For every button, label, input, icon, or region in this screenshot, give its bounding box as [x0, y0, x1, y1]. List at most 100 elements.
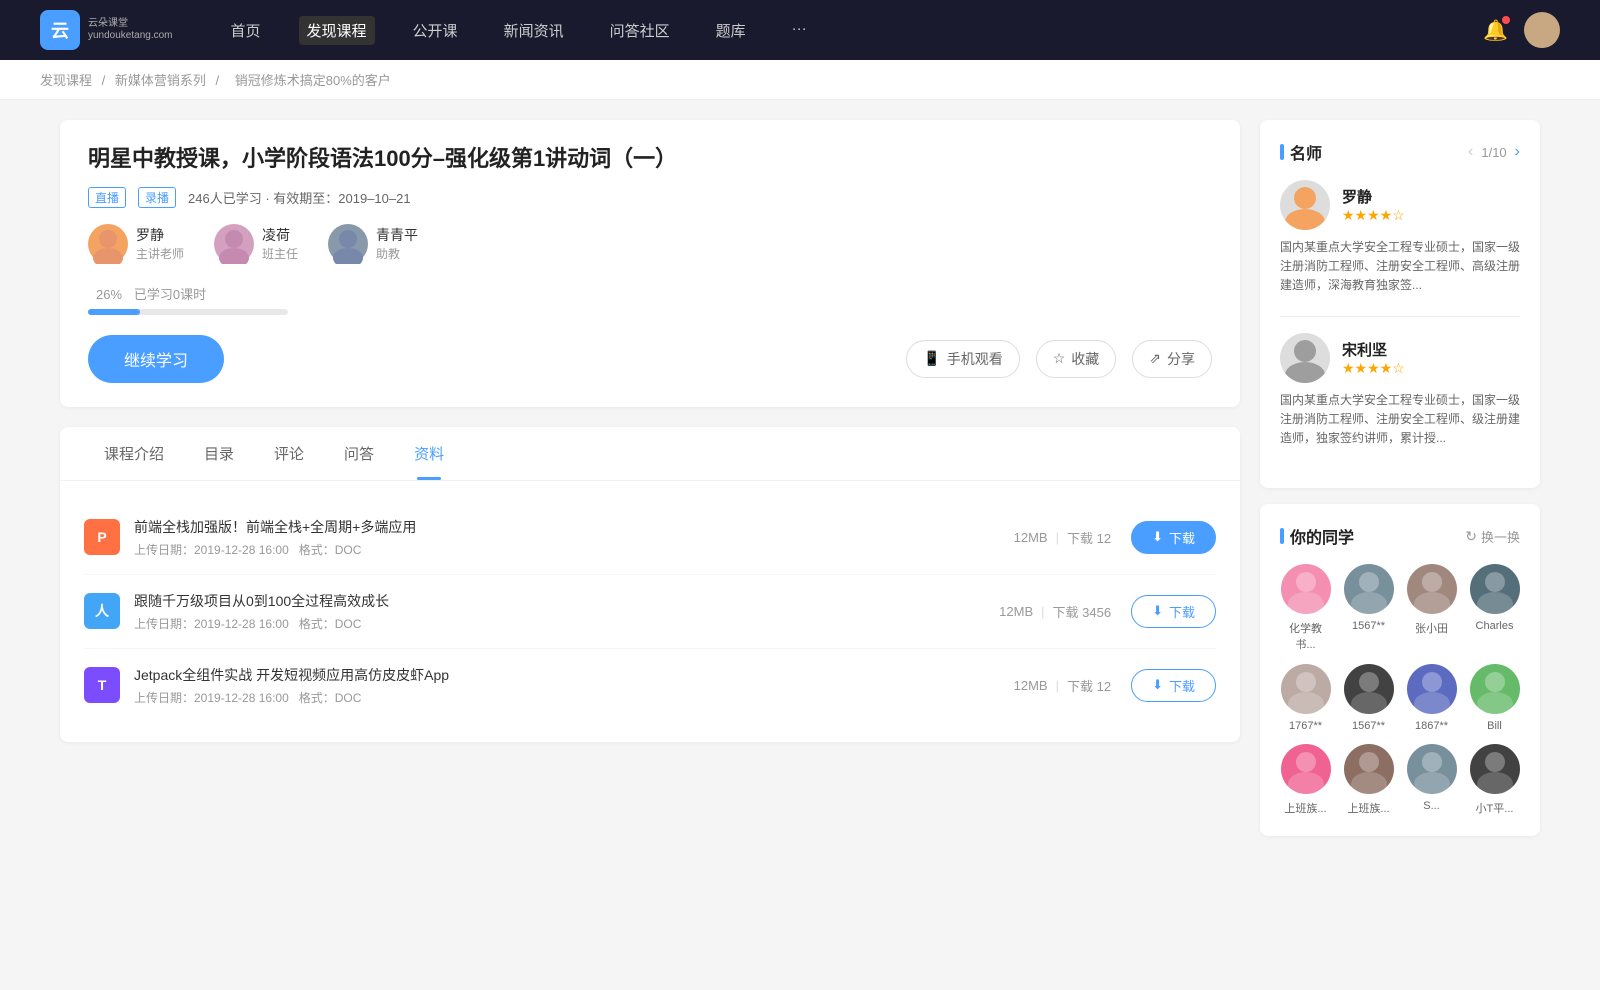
classmate-name-1: 1567** — [1352, 620, 1385, 632]
classmate-10[interactable]: S... — [1406, 744, 1457, 816]
header-right: 🔔 — [1483, 12, 1560, 48]
action-buttons: 📱 手机观看 ☆ 收藏 ⇗ 分享 — [906, 340, 1212, 378]
teacher-avatar-1 — [1280, 333, 1330, 383]
instructor-0: 罗静 主讲老师 — [88, 224, 184, 264]
classmates-widget-title: 你的同学 — [1280, 524, 1354, 548]
teachers-next-arrow[interactable]: › — [1515, 143, 1520, 161]
download-button-0[interactable]: ⬇ 下载 — [1131, 521, 1216, 554]
breadcrumb-current: 销冠修炼术搞定80%的客户 — [235, 73, 391, 88]
instructor-2: 青青平 助教 — [328, 224, 418, 264]
teacher-header-0: 罗静 ★★★★☆ — [1280, 180, 1520, 230]
header: 云 云朵课堂 yundouketang.com 首页 发现课程 公开课 新闻资讯… — [0, 0, 1600, 60]
mobile-label: 手机观看 — [947, 349, 1003, 369]
share-button[interactable]: ⇗ 分享 — [1132, 340, 1212, 378]
teachers-widget-title: 名师 — [1280, 140, 1322, 164]
nav-news[interactable]: 新闻资讯 — [496, 16, 572, 45]
classmate-1[interactable]: 1567** — [1343, 564, 1394, 652]
divider — [1280, 316, 1520, 317]
left-panel: 明星中教授课，小学阶段语法100分–强化级第1讲动词（一） 直播 录播 246人… — [60, 120, 1240, 852]
classmate-3[interactable]: Charles — [1469, 564, 1520, 652]
download-icon-1: ⬇ — [1152, 603, 1163, 619]
res-meta-0: 上传日期：2019-12-28 16:00 格式：DOC — [134, 541, 1014, 558]
progress-section: 26% 已学习0课时 — [88, 284, 1212, 315]
resource-item-1: 人 跟随千万级项目从0到100全过程高效成长 上传日期：2019-12-28 1… — [84, 575, 1216, 649]
main-container: 明星中教授课，小学阶段语法100分–强化级第1讲动词（一） 直播 录播 246人… — [20, 100, 1580, 872]
classmate-11[interactable]: 小T平... — [1469, 744, 1520, 816]
classmate-2[interactable]: 张小田 — [1406, 564, 1457, 652]
classmate-7[interactable]: Bill — [1469, 664, 1520, 732]
res-title-1: 跟随千万级项目从0到100全过程高效成长 — [134, 591, 999, 611]
breadcrumb-link-0[interactable]: 发现课程 — [40, 73, 92, 88]
tab-intro[interactable]: 课程介绍 — [84, 427, 184, 480]
right-panel: 名师 ‹ 1/10 › 罗静 ★★★★☆ — [1260, 120, 1540, 852]
breadcrumb: 发现课程 / 新媒体营销系列 / 销冠修炼术搞定80%的客户 — [0, 60, 1600, 100]
share-icon: ⇗ — [1149, 350, 1161, 367]
classmate-6[interactable]: 1867** — [1406, 664, 1457, 732]
classmate-8[interactable]: 上班族... — [1280, 744, 1331, 816]
res-icon-2: T — [84, 667, 120, 703]
nav-public[interactable]: 公开课 — [405, 16, 466, 45]
share-label: 分享 — [1167, 349, 1195, 369]
nav-more[interactable]: ··· — [784, 16, 815, 45]
tab-qa[interactable]: 问答 — [324, 427, 394, 480]
teacher-info-1: 宋利坚 ★★★★☆ — [1342, 339, 1405, 377]
classmate-avatar-7 — [1470, 664, 1520, 714]
teachers-nav: ‹ 1/10 › — [1468, 143, 1520, 161]
classmate-9[interactable]: 上班族... — [1343, 744, 1394, 816]
tab-review[interactable]: 评论 — [254, 427, 324, 480]
classmate-avatar-10 — [1407, 744, 1457, 794]
resource-item-2: T Jetpack全组件实战 开发短视频应用高仿皮皮虾App 上传日期：2019… — [84, 649, 1216, 722]
tab-resource[interactable]: 资料 — [394, 427, 464, 480]
mobile-watch-button[interactable]: 📱 手机观看 — [906, 340, 1019, 378]
progress-text: 26% 已学习0课时 — [88, 284, 1212, 303]
classmate-name-6: 1867** — [1415, 720, 1448, 732]
nav-quiz[interactable]: 题库 — [708, 16, 754, 45]
classmate-avatar-5 — [1344, 664, 1394, 714]
nav-discover[interactable]: 发现课程 — [299, 16, 375, 45]
instructors: 罗静 主讲老师 凌荷 班主任 — [88, 224, 1212, 264]
classmate-avatar-9 — [1344, 744, 1394, 794]
teachers-page: 1/10 — [1481, 145, 1506, 160]
classmate-name-8: 上班族... — [1284, 800, 1326, 816]
logo[interactable]: 云 云朵课堂 yundouketang.com — [40, 10, 173, 50]
res-info-2: Jetpack全组件实战 开发短视频应用高仿皮皮虾App 上传日期：2019-1… — [134, 665, 1014, 706]
star-icon: ☆ — [1053, 350, 1066, 367]
tabs-container: 课程介绍 目录 评论 问答 资料 P 前端全栈加强版！前端全栈+全周期+多端应用… — [60, 427, 1240, 742]
classmate-avatar-1 — [1344, 564, 1394, 614]
download-button-1[interactable]: ⬇ 下载 — [1131, 595, 1216, 628]
classmate-name-3: Charles — [1476, 620, 1514, 632]
tab-catalog[interactable]: 目录 — [184, 427, 254, 480]
teachers-prev-arrow[interactable]: ‹ — [1468, 143, 1473, 161]
nav-home[interactable]: 首页 — [223, 16, 269, 45]
tag-live: 直播 — [88, 187, 126, 208]
user-avatar[interactable] — [1524, 12, 1560, 48]
classmate-4[interactable]: 1767** — [1280, 664, 1331, 732]
download-button-2[interactable]: ⬇ 下载 — [1131, 669, 1216, 702]
classmate-name-10: S... — [1423, 800, 1440, 812]
teacher-item-0: 罗静 ★★★★☆ 国内某重点大学安全工程专业硕士，国家一级注册消防工程师、注册安… — [1280, 180, 1520, 296]
nav-qa[interactable]: 问答社区 — [602, 16, 678, 45]
switch-button[interactable]: ↻ 换一换 — [1465, 527, 1520, 546]
collect-button[interactable]: ☆ 收藏 — [1036, 340, 1117, 378]
tab-content-resource: P 前端全栈加强版！前端全栈+全周期+多端应用 上传日期：2019-12-28 … — [60, 481, 1240, 742]
instructor-1: 凌荷 班主任 — [214, 224, 298, 264]
breadcrumb-link-1[interactable]: 新媒体营销系列 — [115, 73, 206, 88]
instructor-name-2: 青青平 — [376, 225, 418, 245]
classmate-5[interactable]: 1567** — [1343, 664, 1394, 732]
logo-icon: 云 — [40, 10, 80, 50]
classmate-name-9: 上班族... — [1347, 800, 1389, 816]
res-stats-2: 12MB | 下载 12 — [1014, 676, 1111, 695]
classmate-0[interactable]: 化学教书... — [1280, 564, 1331, 652]
widget-header-classmates: 你的同学 ↻ 换一换 — [1280, 524, 1520, 548]
teachers-widget: 名师 ‹ 1/10 › 罗静 ★★★★☆ — [1260, 120, 1540, 488]
bell-icon[interactable]: 🔔 — [1483, 18, 1508, 43]
classmate-name-5: 1567** — [1352, 720, 1385, 732]
progress-bar-fill — [88, 309, 140, 315]
continue-button[interactable]: 继续学习 — [88, 335, 224, 383]
res-title-2: Jetpack全组件实战 开发短视频应用高仿皮皮虾App — [134, 665, 1014, 685]
teacher-avatar-0 — [1280, 180, 1330, 230]
main-nav: 首页 发现课程 公开课 新闻资讯 问答社区 题库 ··· — [223, 16, 1454, 45]
course-card: 明星中教授课，小学阶段语法100分–强化级第1讲动词（一） 直播 录播 246人… — [60, 120, 1240, 407]
logo-text: 云朵课堂 yundouketang.com — [88, 18, 173, 42]
classmate-name-0: 化学教书... — [1280, 620, 1331, 652]
